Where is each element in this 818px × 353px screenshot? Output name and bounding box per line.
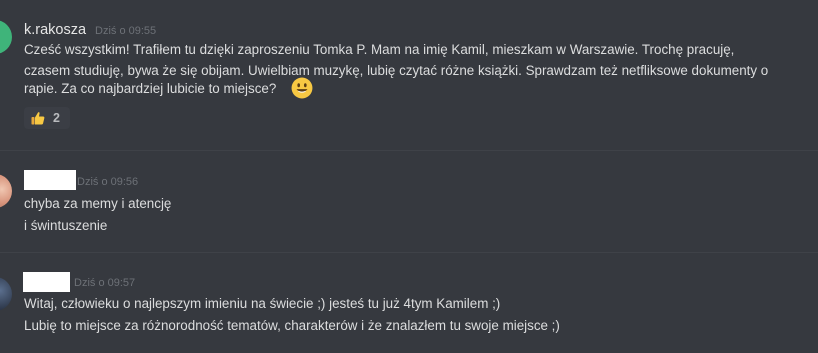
message-text: czasem studiuję, bywa że się obijam. Uwi… (24, 63, 769, 78)
message-text: Lubię to miejsce za różnorodność tematów… (24, 318, 560, 333)
reaction-thumbs-up[interactable]: 2 (24, 107, 70, 129)
message-author[interactable]: k.rakosza (24, 22, 86, 38)
author-redacted (24, 170, 76, 190)
smiley-emoji (291, 77, 313, 99)
thumbs-up-icon (31, 112, 45, 125)
message-timestamp: Dziś o 09:56 (77, 176, 139, 188)
author-redacted (23, 272, 70, 292)
message-group: Dziś o 09:57 Witaj, człowieku o najlepsz… (0, 253, 818, 353)
message-text: i świntuszenie (24, 218, 108, 233)
message-group: k.rakosza Dziś o 09:55 Cześć wszystkim! … (0, 0, 818, 150)
avatar[interactable] (0, 277, 12, 311)
message-group: Dziś o 09:56 chyba za memy i atencję i ś… (0, 151, 818, 252)
message-text: Cześć wszystkim! Trafiłem tu dzięki zapr… (24, 42, 735, 57)
message-text: Witaj, człowieku o najlepszym imieniu na… (24, 296, 501, 311)
message-timestamp: Dziś o 09:55 (95, 25, 157, 37)
message-text: rapie. Za co najbardziej lubicie to miej… (24, 81, 277, 96)
message-timestamp: Dziś o 09:57 (74, 277, 136, 289)
avatar[interactable] (0, 20, 12, 54)
message-text: chyba za memy i atencję (24, 196, 172, 211)
reaction-count: 2 (53, 111, 60, 125)
chat-messages: k.rakosza Dziś o 09:55 Cześć wszystkim! … (0, 0, 818, 353)
avatar[interactable] (0, 174, 12, 208)
